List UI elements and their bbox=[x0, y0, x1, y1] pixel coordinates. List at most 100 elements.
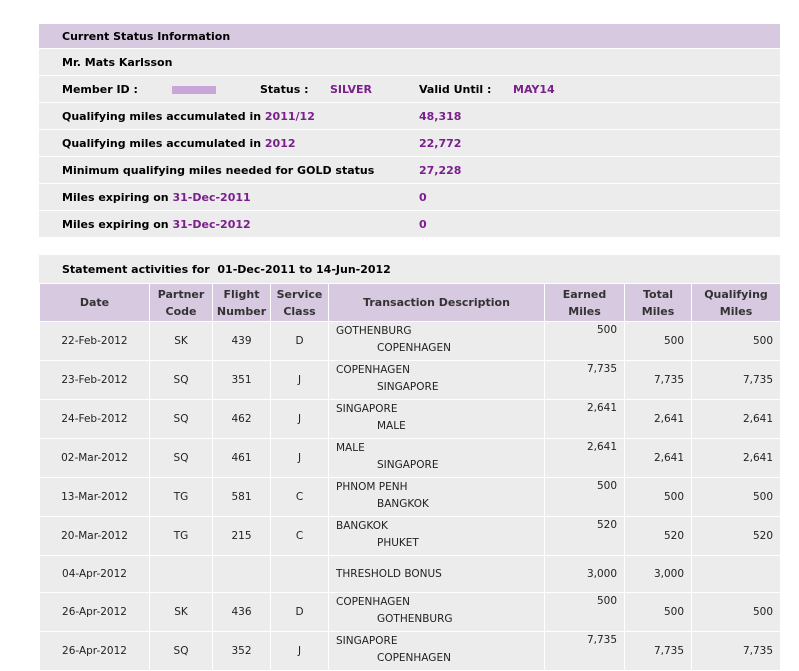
destination-text: GOTHENBURG bbox=[377, 613, 453, 625]
total-miles-cell: 3,000 bbox=[624, 555, 692, 593]
member-name-row: Mr. Mats Karlsson bbox=[39, 48, 780, 75]
qualifying-miles-cell: 500 bbox=[691, 321, 781, 361]
valid-until-label: Valid Until : bbox=[419, 83, 492, 96]
transaction-description-cell: SINGAPORE MALE bbox=[328, 399, 545, 439]
earned-miles-cell: 3,000 bbox=[544, 555, 625, 593]
qualifying-miles-cell: 2,641 bbox=[691, 438, 781, 478]
qualifying-2012-row: Qualifying miles accumulated in 2012 22,… bbox=[39, 129, 780, 156]
partner-code-cell: SQ bbox=[149, 438, 213, 478]
flight-number-cell bbox=[212, 555, 271, 593]
date-cell: 22-Feb-2012 bbox=[39, 321, 150, 361]
qualifying-2011-label: Qualifying miles accumulated in 2011/12 bbox=[62, 110, 315, 123]
destination-text: PHUKET bbox=[377, 537, 419, 549]
date-cell: 04-Apr-2012 bbox=[39, 555, 150, 593]
member-id-label: Member ID : bbox=[62, 83, 138, 96]
service-class-cell: J bbox=[270, 399, 329, 439]
activities-table: Date Partner Code Flight Number Service … bbox=[39, 283, 781, 671]
qualifying-2011-value: 48,318 bbox=[419, 110, 462, 123]
flight-number-cell: 351 bbox=[212, 360, 271, 400]
table-row: 22-Feb-2012 SK 439 D GOTHENBURG COPENHAGEN 500… bbox=[39, 321, 781, 361]
earned-miles-cell: 500 bbox=[544, 321, 625, 361]
qualifying-miles-cell bbox=[691, 555, 781, 593]
min-gold-label: Minimum qualifying miles needed for GOLD… bbox=[62, 164, 375, 177]
table-row: 04-Apr-2012 THRESHOLD BONUS 3,000 3,000 bbox=[39, 555, 781, 593]
destination-text: SINGAPORE bbox=[377, 381, 439, 393]
valid-until-value: MAY14 bbox=[513, 83, 555, 96]
destination-text: SINGAPORE bbox=[377, 459, 439, 471]
partner-code-cell: SQ bbox=[149, 631, 213, 671]
transaction-description-cell: COPENHAGEN SINGAPORE bbox=[328, 360, 545, 400]
origin-text: THRESHOLD BONUS bbox=[336, 567, 442, 580]
qualifying-miles-cell: 500 bbox=[691, 477, 781, 517]
expiring-2012-value: 0 bbox=[419, 218, 427, 231]
expiring-2011-value: 0 bbox=[419, 191, 427, 204]
transaction-description-cell: COPENHAGEN GOTHENBURG bbox=[328, 592, 545, 632]
statement-label: Statement activities for bbox=[62, 263, 210, 276]
service-class-cell: J bbox=[270, 631, 329, 671]
expiring-2011-date: 31-Dec-2011 bbox=[172, 191, 251, 204]
expiring-2012-date: 31-Dec-2012 bbox=[172, 218, 251, 231]
origin-text: PHNOM PENH bbox=[336, 481, 408, 493]
table-row: 23-Feb-2012 SQ 351 J COPENHAGEN SINGAPORE 7,73… bbox=[39, 360, 781, 400]
service-class-cell: J bbox=[270, 360, 329, 400]
expiring-2012-row: Miles expiring on 31-Dec-2012 0 bbox=[39, 210, 780, 237]
qualifying-miles-cell: 7,735 bbox=[691, 631, 781, 671]
destination-text: BANGKOK bbox=[377, 498, 429, 510]
qualifying-miles-cell: 500 bbox=[691, 592, 781, 632]
date-cell: 23-Feb-2012 bbox=[39, 360, 150, 400]
current-status-panel: Current Status Information Mr. Mats Karl… bbox=[39, 24, 780, 237]
earned-miles-cell: 7,735 bbox=[544, 360, 625, 400]
date-cell: 13-Mar-2012 bbox=[39, 477, 150, 517]
flight-number-cell: 462 bbox=[212, 399, 271, 439]
member-info-row: Member ID : Status : SILVER Valid Until … bbox=[39, 75, 780, 102]
qualifying-2011-row: Qualifying miles accumulated in 2011/12 … bbox=[39, 102, 780, 129]
service-class-cell: J bbox=[270, 438, 329, 478]
flight-number-cell: 215 bbox=[212, 516, 271, 556]
origin-text: SINGAPORE bbox=[336, 403, 398, 415]
total-miles-cell: 500 bbox=[624, 477, 692, 517]
col-date: Date bbox=[39, 283, 150, 322]
origin-text: COPENHAGEN bbox=[336, 596, 410, 608]
earned-miles-cell: 2,641 bbox=[544, 438, 625, 478]
partner-code-cell: SQ bbox=[149, 399, 213, 439]
table-row: 20-Mar-2012 TG 215 C BANGKOK PHUKET 520 520 520 bbox=[39, 516, 781, 556]
total-miles-cell: 7,735 bbox=[624, 360, 692, 400]
col-flight-number: Flight Number bbox=[212, 283, 271, 322]
flight-number-cell: 436 bbox=[212, 592, 271, 632]
expiring-2012-label: Miles expiring on 31-Dec-2012 bbox=[62, 218, 251, 231]
transaction-description-cell: THRESHOLD BONUS bbox=[328, 555, 545, 593]
service-class-cell: C bbox=[270, 516, 329, 556]
status-label: Status : bbox=[260, 83, 309, 96]
total-miles-cell: 500 bbox=[624, 592, 692, 632]
activities-table-body: 22-Feb-2012 SK 439 D GOTHENBURG COPENHAGEN 500… bbox=[39, 321, 781, 671]
total-miles-cell: 2,641 bbox=[624, 399, 692, 439]
col-transaction-description: Transaction Description bbox=[328, 283, 545, 322]
date-cell: 26-Apr-2012 bbox=[39, 592, 150, 632]
qualifying-2012-year: 2012 bbox=[264, 137, 296, 150]
qualifying-miles-cell: 7,735 bbox=[691, 360, 781, 400]
table-header-row: Date Partner Code Flight Number Service … bbox=[39, 283, 781, 322]
qualifying-2012-value: 22,772 bbox=[419, 137, 462, 150]
partner-code-cell: SK bbox=[149, 321, 213, 361]
table-row: 26-Apr-2012 SQ 352 J SINGAPORE COPENHAGEN 7,73… bbox=[39, 631, 781, 671]
col-partner-code: Partner Code bbox=[149, 283, 213, 322]
total-miles-cell: 520 bbox=[624, 516, 692, 556]
total-miles-cell: 2,641 bbox=[624, 438, 692, 478]
flight-number-cell: 581 bbox=[212, 477, 271, 517]
col-qualifying-miles: Qualifying Miles bbox=[691, 283, 781, 322]
earned-miles-cell: 500 bbox=[544, 477, 625, 517]
member-id-redacted bbox=[172, 86, 216, 94]
partner-code-cell: SK bbox=[149, 592, 213, 632]
qualifying-2012-label: Qualifying miles accumulated in 2012 bbox=[62, 137, 296, 150]
status-value: SILVER bbox=[330, 83, 373, 96]
earned-miles-cell: 2,641 bbox=[544, 399, 625, 439]
statement-header: Statement activities for 01-Dec-2011 to … bbox=[39, 255, 780, 283]
service-class-cell: D bbox=[270, 592, 329, 632]
table-row: 13-Mar-2012 TG 581 C PHNOM PENH BANGKOK 500 500… bbox=[39, 477, 781, 517]
destination-text: COPENHAGEN bbox=[377, 342, 451, 354]
date-cell: 20-Mar-2012 bbox=[39, 516, 150, 556]
origin-text: COPENHAGEN bbox=[336, 364, 410, 376]
min-gold-row: Minimum qualifying miles needed for GOLD… bbox=[39, 156, 780, 183]
expiring-2011-row: Miles expiring on 31-Dec-2011 0 bbox=[39, 183, 780, 210]
transaction-description-cell: PHNOM PENH BANGKOK bbox=[328, 477, 545, 517]
